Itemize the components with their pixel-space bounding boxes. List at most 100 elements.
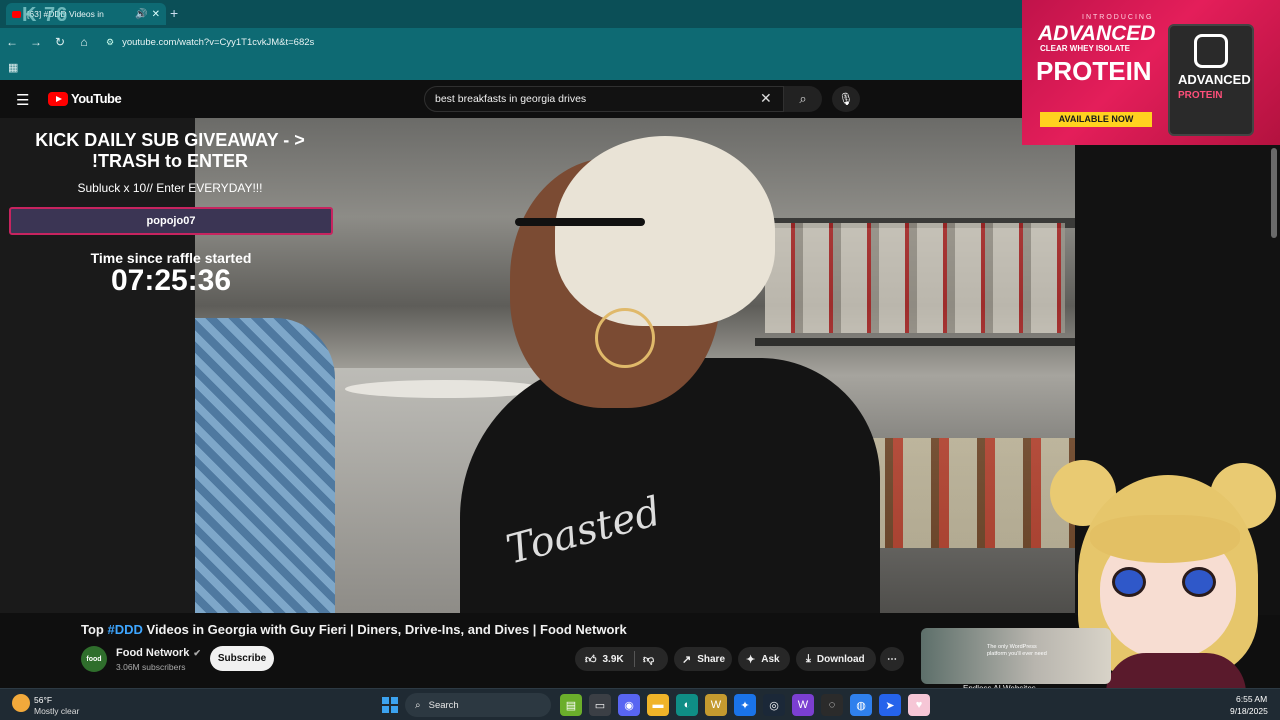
ad-subline-text: CLEAR WHEY ISOLATE bbox=[1040, 44, 1130, 53]
youtube-logo[interactable]: YouTube bbox=[48, 91, 122, 106]
pink-app-icon[interactable]: ♥ bbox=[908, 694, 930, 716]
taskbar-search[interactable]: ⌕ Search bbox=[405, 693, 551, 717]
subscribe-button[interactable]: Subscribe bbox=[210, 646, 274, 671]
share-button[interactable]: ↗ Share bbox=[674, 647, 732, 671]
home-icon[interactable]: ⌂ bbox=[72, 35, 96, 49]
channel-avatar[interactable]: food bbox=[81, 646, 107, 672]
taskbar-apps: ▤ ▭ ◉ ▬ ◐ W ✦ ◎ W ◌ ◍ ➤ ♥ bbox=[560, 694, 937, 716]
taskbar-search-label: Search bbox=[428, 699, 459, 711]
voice-search-button[interactable]: 🎙 bbox=[832, 86, 860, 112]
download-icon: ⤓ bbox=[806, 652, 811, 665]
ad-brand-text: ADVANCED bbox=[1038, 22, 1156, 45]
hoop-earring bbox=[595, 308, 655, 368]
protein-tub-image: ADVANCED PROTEIN bbox=[1168, 24, 1254, 136]
subscriber-count: 3.06M subscribers bbox=[116, 662, 186, 672]
discord-icon[interactable]: ◉ bbox=[618, 694, 640, 716]
protein-ad[interactable]: INTRODUCING ADVANCED CLEAR WHEY ISOLATE … bbox=[1022, 0, 1280, 145]
file-explorer-icon[interactable]: ▬ bbox=[647, 694, 669, 716]
tub-brand-text: ADVANCED bbox=[1178, 72, 1251, 87]
like-button[interactable]: 👍︎ 3.9K bbox=[575, 651, 635, 667]
glasses bbox=[515, 218, 645, 226]
dislike-button[interactable]: 👎︎ bbox=[635, 653, 654, 666]
page-scrollbar[interactable] bbox=[1271, 148, 1277, 238]
youtube-logo-text: YouTube bbox=[71, 91, 122, 106]
weather-icon[interactable] bbox=[12, 694, 30, 712]
spice-jars bbox=[765, 223, 1065, 333]
apps-grid-icon[interactable]: ▦ bbox=[8, 61, 18, 74]
channel-name-text[interactable]: Food Network bbox=[116, 647, 189, 659]
microphone-icon: 🎙 bbox=[838, 92, 854, 106]
search-icon: ⌕ bbox=[415, 699, 421, 711]
ask-button[interactable]: ✦ Ask bbox=[738, 647, 790, 671]
task-view-icon[interactable]: ▭ bbox=[589, 694, 611, 716]
reload-icon[interactable]: ↻ bbox=[48, 35, 72, 49]
person-body bbox=[460, 358, 880, 613]
raffle-winner-box: popojo07 bbox=[9, 207, 333, 235]
forward-icon[interactable]: → bbox=[24, 35, 48, 49]
raffle-subtitle: Subluck x 10// Enter EVERYDAY!!! bbox=[77, 181, 263, 195]
weather-temperature[interactable]: 56°F bbox=[34, 695, 52, 705]
site-info-icon[interactable]: ⚙ bbox=[106, 37, 114, 48]
search-input[interactable]: best breakfasts in georgia drives bbox=[424, 86, 784, 112]
edge-icon[interactable]: ◐ bbox=[676, 694, 698, 716]
recommended-video-thumbnail[interactable]: The only WordPress platform you'll ever … bbox=[921, 628, 1111, 684]
new-tab-button[interactable]: + bbox=[170, 5, 178, 21]
avatar-bangs bbox=[1090, 515, 1240, 563]
w-app-icon[interactable]: W bbox=[792, 694, 814, 716]
steam-icon[interactable]: ◎ bbox=[763, 694, 785, 716]
ad-cta-button[interactable]: AVAILABLE NOW bbox=[1040, 112, 1152, 127]
thumbnail-caption: The only WordPress platform you'll ever … bbox=[987, 644, 1047, 657]
windows-start-icon[interactable] bbox=[382, 697, 398, 713]
app-arrow-icon[interactable]: ➤ bbox=[879, 694, 901, 716]
clear-search-icon[interactable]: ✕ bbox=[760, 90, 772, 107]
sparkle-icon: ✦ bbox=[746, 653, 756, 666]
video-title: Top #DDD Videos in Georgia with Guy Fier… bbox=[81, 622, 901, 637]
xbox-game-icon[interactable]: ▤ bbox=[560, 694, 582, 716]
verified-icon: ✔ bbox=[193, 648, 201, 658]
speaker-icon[interactable]: 🔊 bbox=[135, 9, 147, 20]
ask-label: Ask bbox=[761, 653, 780, 665]
thumbs-up-icon: 👍︎ bbox=[585, 653, 597, 666]
back-icon[interactable]: ← bbox=[0, 35, 24, 49]
share-label: Share bbox=[697, 653, 726, 665]
system-clock-time[interactable]: 6:55 AM bbox=[1236, 694, 1267, 704]
search-input-value: best breakfasts in georgia drives bbox=[435, 93, 587, 105]
stream-overlay-logo: K 76 bbox=[22, 4, 69, 26]
video-title-prefix: Top bbox=[81, 622, 108, 637]
system-clock-date[interactable]: 9/18/2025 bbox=[1230, 706, 1268, 716]
avatar-eye-right bbox=[1182, 567, 1216, 597]
youtube-favicon-icon bbox=[12, 10, 21, 18]
like-dislike-group: 👍︎ 3.9K 👎︎ bbox=[575, 647, 668, 671]
raffle-timer: 07:25:36 bbox=[110, 264, 232, 297]
thumbs-down-icon: 👎︎ bbox=[643, 653, 655, 666]
search-icon: ⌕ bbox=[799, 91, 807, 106]
ad-product-text: PROTEIN bbox=[1036, 56, 1152, 86]
hashtag-link[interactable]: #DDD bbox=[107, 622, 142, 637]
more-actions-button[interactable]: ⋯ bbox=[880, 647, 904, 671]
battle-net-icon[interactable]: ✦ bbox=[734, 694, 756, 716]
raffle-title: KICK DAILY SUB GIVEAWAY - > !TRASH to EN… bbox=[35, 130, 305, 171]
chrome-icon[interactable]: ◍ bbox=[850, 694, 872, 716]
more-icon: ⋯ bbox=[887, 653, 897, 665]
obs-icon[interactable]: ◌ bbox=[821, 694, 843, 716]
windows-taskbar: 56°F Mostly clear ⌕ Search ▤ ▭ ◉ ▬ ◐ W ✦… bbox=[0, 688, 1280, 720]
world-of-warcraft-icon[interactable]: W bbox=[705, 694, 727, 716]
avatar-eye-left bbox=[1112, 567, 1146, 597]
like-count: 3.9K bbox=[602, 653, 624, 665]
download-button[interactable]: ⤓ Download bbox=[796, 647, 876, 671]
ad-intro-text: INTRODUCING bbox=[1082, 14, 1154, 21]
url-text: youtube.com/watch?v=Cyy1T1cvkJM&t=682s bbox=[122, 36, 315, 48]
close-tab-icon[interactable]: ✕ bbox=[152, 9, 160, 20]
ad-logo-icon bbox=[1194, 34, 1228, 68]
tub-product-text: PROTEIN bbox=[1178, 90, 1223, 101]
search-button[interactable]: ⌕ bbox=[784, 86, 822, 112]
youtube-play-icon bbox=[48, 91, 68, 106]
screen: [63] #DDD Videos in 🔊 ✕ K 76 + ← → ↻ ⌂ ⚙… bbox=[0, 0, 1280, 720]
hamburger-menu-icon[interactable]: ☰ bbox=[16, 91, 29, 109]
download-label: Download bbox=[816, 653, 865, 665]
weather-description[interactable]: Mostly clear bbox=[34, 706, 79, 716]
share-icon: ↗ bbox=[682, 653, 692, 666]
address-bar[interactable]: ⚙ youtube.com/watch?v=Cyy1T1cvkJM&t=682s bbox=[106, 32, 1006, 52]
channel-name[interactable]: Food Network ✔ bbox=[116, 647, 201, 659]
video-title-rest: Videos in Georgia with Guy Fieri | Diner… bbox=[142, 622, 627, 637]
